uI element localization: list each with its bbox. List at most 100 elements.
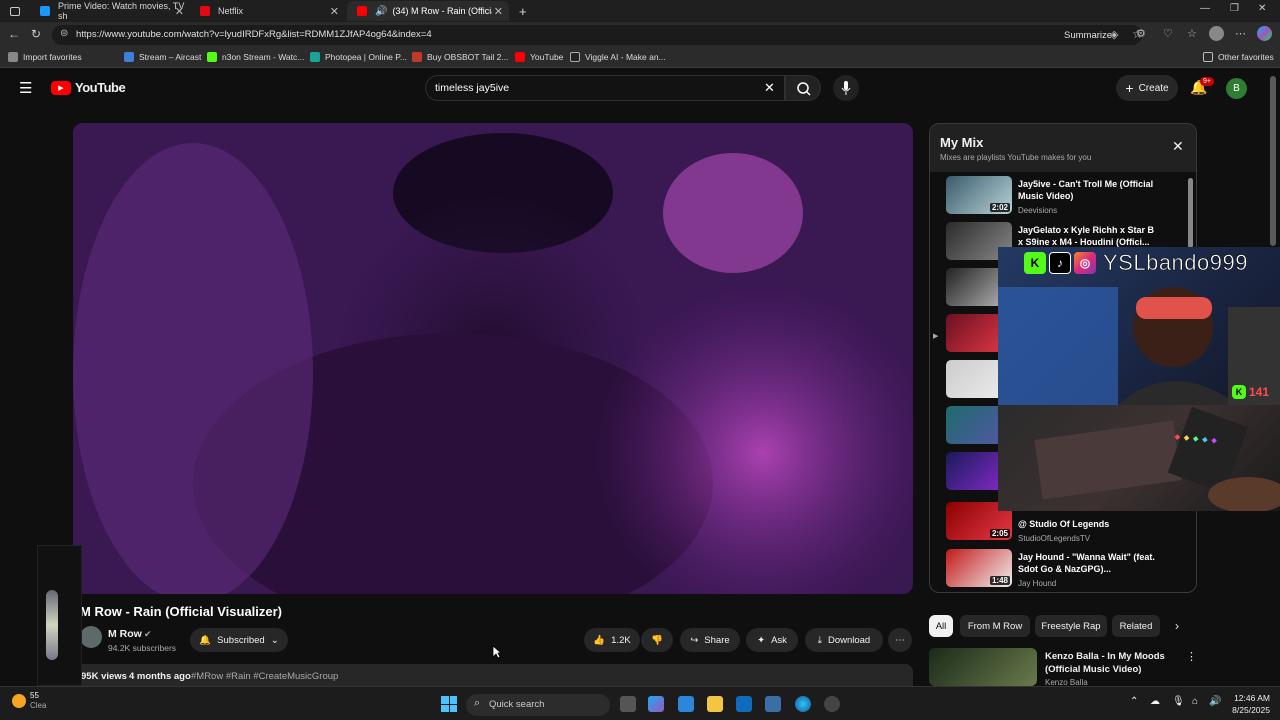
aircast-icon xyxy=(124,52,134,62)
microphone-icon[interactable]: 🎙 xyxy=(1172,696,1185,707)
outlook-icon[interactable] xyxy=(736,696,752,712)
youtube-logo[interactable]: ▶ YouTube xyxy=(51,80,126,95)
copilot-icon[interactable] xyxy=(1257,26,1272,41)
create-button[interactable]: + Create xyxy=(1116,75,1178,101)
site-info-icon[interactable]: ⊜ xyxy=(60,28,68,39)
subscribed-button[interactable]: 🔔 Subscribed ⌄ xyxy=(190,628,288,652)
bookmark-obsbot[interactable]: Buy OBSBOT Tail 2... xyxy=(412,52,508,62)
bookmark-youtube[interactable]: YouTube xyxy=(515,52,563,62)
youtube-icon xyxy=(357,6,367,16)
bookmark-aircast[interactable]: Stream – Aircast xyxy=(124,52,201,62)
related-thumbnail[interactable] xyxy=(929,648,1037,686)
chip-freestyle-rap[interactable]: Freestyle Rap xyxy=(1035,615,1107,637)
search-button[interactable] xyxy=(785,75,821,101)
browser-essentials-icon[interactable]: ♡ xyxy=(1163,27,1173,40)
video-thumbnail: 2:02 xyxy=(946,176,1012,214)
chevron-down-icon: ⌄ xyxy=(270,634,279,646)
tab-prime-video[interactable]: Prime Video: Watch movies, TV sh ✕ xyxy=(30,1,190,21)
avatar[interactable]: B xyxy=(1226,78,1247,99)
close-tab-icon[interactable]: ✕ xyxy=(330,5,339,18)
address-field[interactable]: ⊜ https://www.youtube.com/watch?v=lyudIR… xyxy=(52,25,1143,45)
kick-icon xyxy=(207,52,217,62)
close-tab-icon[interactable]: ✕ xyxy=(494,5,503,18)
new-tab-button[interactable]: + xyxy=(509,1,531,21)
browser-tab-bar: Prime Video: Watch movies, TV sh ✕ Netfl… xyxy=(0,0,1280,22)
store-icon[interactable] xyxy=(678,696,694,712)
verified-icon: ✔ xyxy=(144,629,152,639)
dislike-button[interactable]: 👎 xyxy=(641,628,673,652)
close-tab-icon[interactable]: ✕ xyxy=(175,5,184,18)
minimize-icon[interactable]: — xyxy=(1200,3,1210,14)
youtube-icon xyxy=(515,52,525,62)
share-button[interactable]: ↪ Share xyxy=(680,628,740,652)
more-vertical-icon[interactable]: ⋮ xyxy=(1186,650,1197,663)
bookmark-import-favorites[interactable]: Import favorites xyxy=(8,52,82,62)
chevron-up-icon[interactable]: ⌃ xyxy=(1130,696,1138,707)
video-player[interactable] xyxy=(73,123,913,594)
network-icon[interactable]: ⌂ xyxy=(1192,696,1198,707)
thumbs-down-icon: 👎 xyxy=(651,634,663,646)
speaker-icon[interactable]: 🔊 xyxy=(375,6,387,17)
search-input[interactable]: timeless jay5ive ✕ xyxy=(425,75,785,101)
bookmark-n3on[interactable]: n3on Stream - Watc... xyxy=(207,52,304,62)
tab-actions-icon[interactable] xyxy=(0,1,30,21)
obs-icon[interactable] xyxy=(824,696,840,712)
summarize-button[interactable]: Summarize xyxy=(1064,30,1112,41)
maximize-icon[interactable]: ❐ xyxy=(1230,3,1239,14)
onedrive-icon[interactable]: ☁ xyxy=(1150,696,1160,707)
subscriber-count: 94.2K subscribers xyxy=(108,643,177,653)
viggle-icon xyxy=(570,52,580,62)
back-icon[interactable]: ← xyxy=(8,27,20,41)
chevron-right-icon[interactable]: › xyxy=(1175,619,1179,633)
refresh-icon[interactable]: ↻ xyxy=(31,27,41,41)
channel-name[interactable]: M Row xyxy=(108,628,142,640)
tab-youtube-active[interactable]: 🔊 (34) M Row - Rain (Official V ✕ xyxy=(347,1,509,21)
like-button[interactable]: 👍 1.2K xyxy=(584,628,640,652)
related-title[interactable]: Kenzo Balla - In My Moods (Official Musi… xyxy=(1045,650,1185,676)
close-window-icon[interactable]: ✕ xyxy=(1258,3,1266,14)
mix-subtitle: Mixes are playlists YouTube makes for yo… xyxy=(940,153,1092,162)
close-mix-icon[interactable]: ✕ xyxy=(1172,138,1184,155)
chip-related[interactable]: Related xyxy=(1112,615,1160,637)
volume-icon[interactable]: 🔊 xyxy=(1209,696,1221,707)
task-view-icon[interactable] xyxy=(620,696,636,712)
read-aloud-icon[interactable]: ◈ xyxy=(1110,28,1118,41)
other-favorites[interactable]: Other favorites xyxy=(1203,52,1274,62)
system-clock[interactable]: 12:46 AM 8/25/2025 xyxy=(1226,692,1270,716)
edge-icon[interactable] xyxy=(795,696,811,712)
chip-all[interactable]: All xyxy=(929,615,953,637)
channel-avatar[interactable] xyxy=(80,626,102,648)
clear-search-icon[interactable]: ✕ xyxy=(764,80,775,96)
mix-item[interactable]: 1:48 Jay Hound - "Wanna Wait" (feat. Sdo… xyxy=(946,549,1186,591)
start-button[interactable] xyxy=(441,696,457,712)
more-options-icon[interactable]: ⋯ xyxy=(1235,27,1246,40)
photos-icon[interactable] xyxy=(765,696,781,712)
ask-button[interactable]: ✦ Ask xyxy=(746,628,798,652)
tab-label: (34) M Row - Rain (Official V xyxy=(392,6,492,16)
folder-icon xyxy=(1203,52,1213,62)
video-frame xyxy=(73,123,913,594)
page-scrollbar[interactable] xyxy=(1270,76,1276,246)
bookmark-photopea[interactable]: Photopea | Online P... xyxy=(310,52,407,62)
profile-icon[interactable] xyxy=(1209,26,1224,41)
mix-item[interactable]: 2:02 Jay5ive - Can't Troll Me (Official … xyxy=(946,176,1186,218)
favorites-icon[interactable]: ☆ xyxy=(1187,27,1197,40)
voice-search-button[interactable] xyxy=(833,75,859,101)
extensions-icon[interactable]: ⚙ xyxy=(1136,27,1146,40)
tab-label: Netflix xyxy=(218,6,244,16)
bookmark-viggle[interactable]: Viggle AI - Make an... xyxy=(570,52,666,62)
social-handle: K ♪ ◎ YSLbando999 xyxy=(1024,249,1280,277)
keyboard-scene xyxy=(1034,406,1280,511)
tab-label: Prime Video: Watch movies, TV sh xyxy=(58,1,185,21)
quick-search-box[interactable]: ⌕ Quick search xyxy=(466,694,610,716)
tab-netflix[interactable]: Netflix ✕ xyxy=(190,1,345,21)
download-button[interactable]: ⤓ Download xyxy=(805,628,883,652)
mix-scrollbar[interactable] xyxy=(1188,178,1193,248)
chip-from-m-row[interactable]: From M Row xyxy=(960,615,1030,637)
menu-icon[interactable]: ☰ xyxy=(19,79,32,97)
copilot-icon[interactable] xyxy=(648,696,664,712)
more-actions-button[interactable]: ⋯ xyxy=(888,628,912,652)
weather-widget[interactable]: 55 Clea xyxy=(12,691,46,711)
hashtags[interactable]: #MRow #Rain #CreateMusicGroup xyxy=(191,671,338,682)
file-explorer-icon[interactable] xyxy=(707,696,723,712)
